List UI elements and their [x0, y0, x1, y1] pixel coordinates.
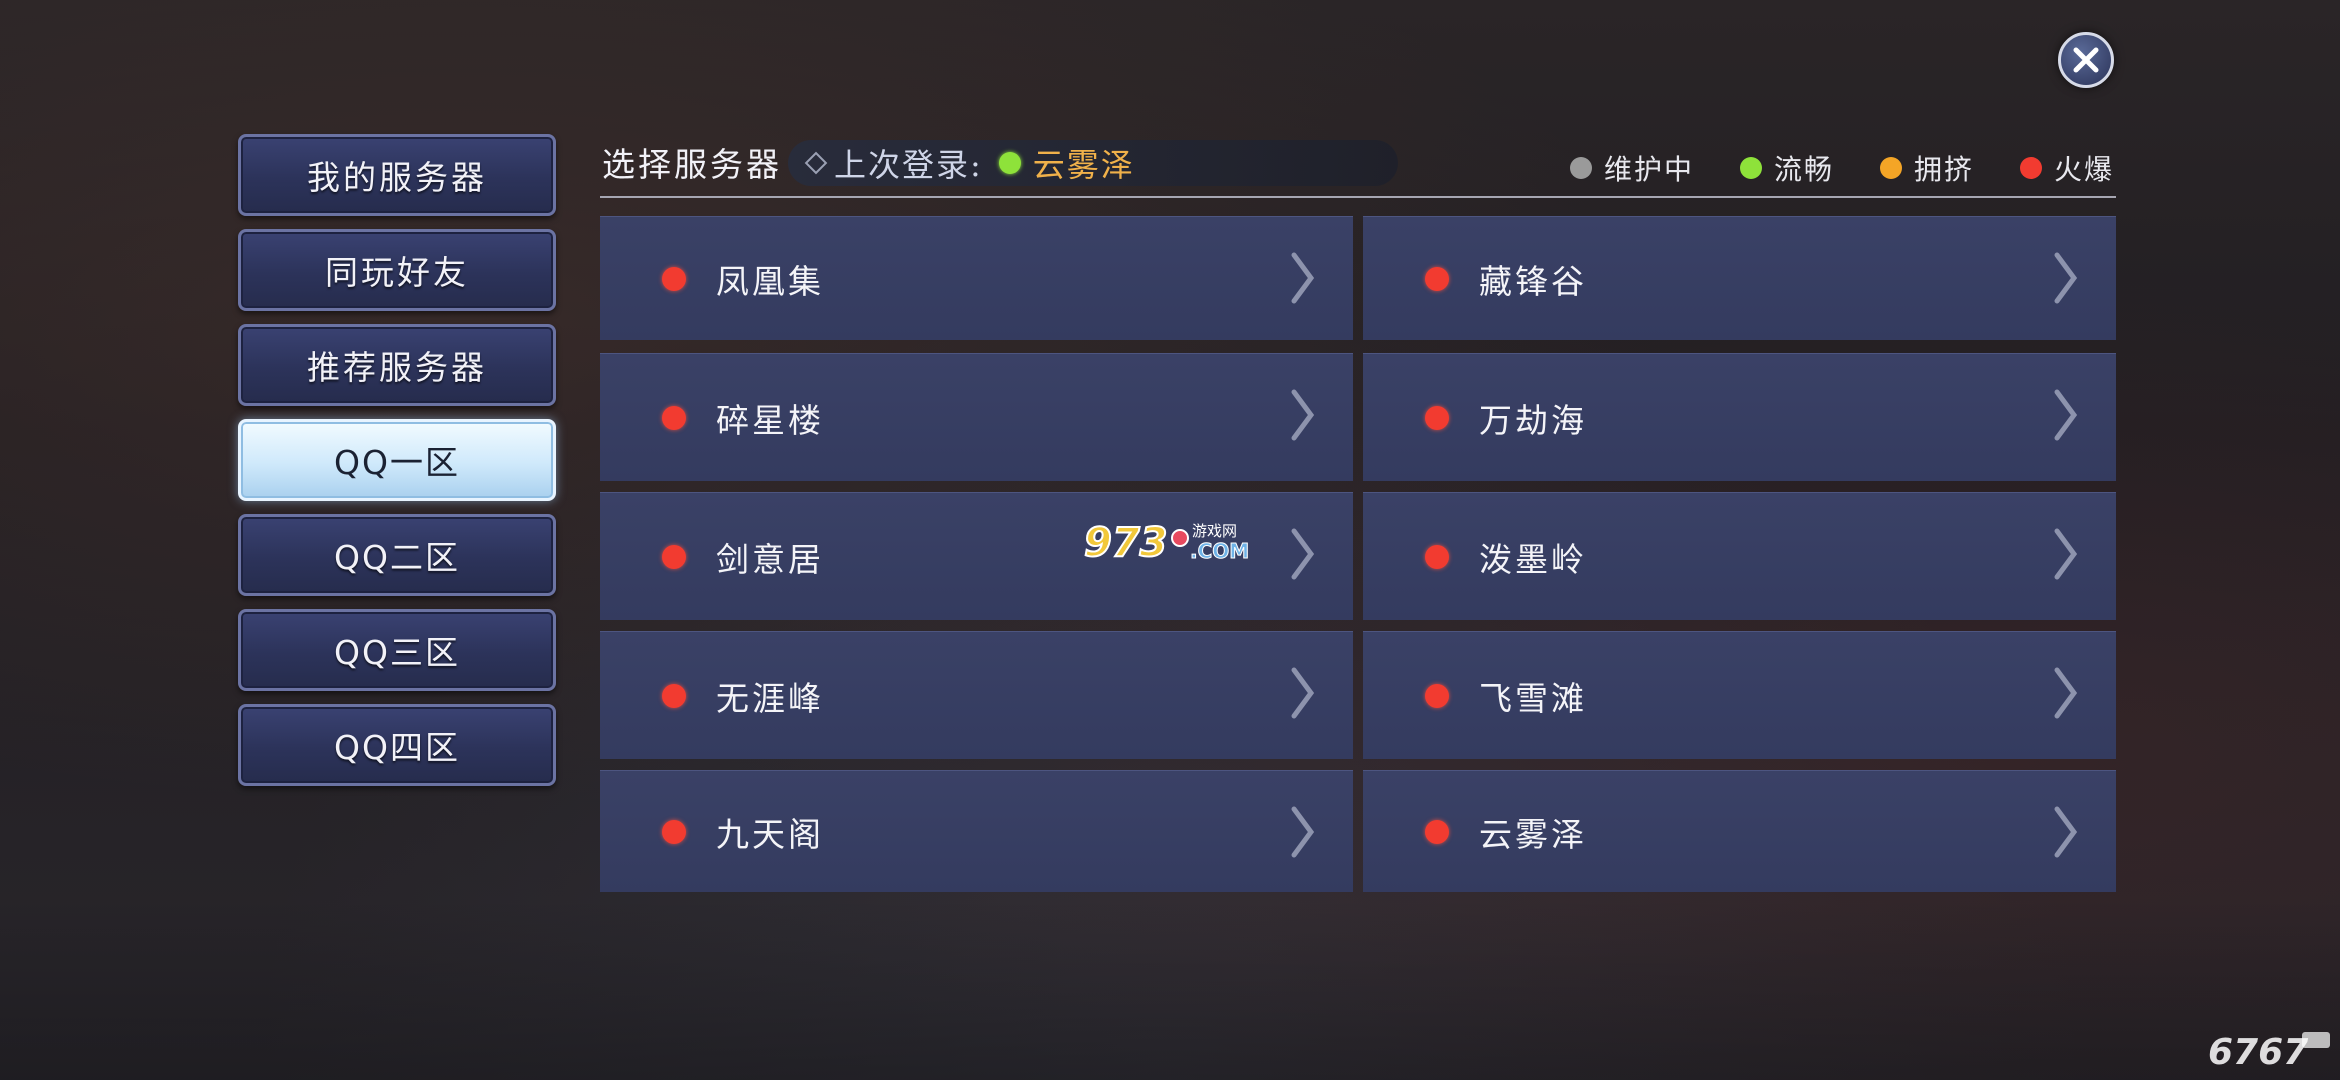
chevron-right-icon: [2054, 252, 2078, 304]
chevron-right-icon: [1291, 528, 1315, 580]
red-dot-icon: [662, 405, 686, 430]
legend-label: 拥挤: [1913, 153, 1974, 186]
status-legend: 维护中 流畅 拥挤 火爆: [1524, 148, 2114, 188]
sidebar-item-qq-zone-4[interactable]: QQ四区: [238, 704, 556, 786]
chevron-right-icon: [2054, 389, 2078, 441]
sidebar-item-recommended[interactable]: 推荐服务器: [238, 324, 556, 406]
chevron-right-icon: [2054, 528, 2078, 580]
legend-item-crowded: 拥挤: [1879, 148, 1974, 188]
red-dot-icon: [1425, 683, 1449, 708]
sidebar-item-label: QQ二区: [334, 538, 460, 577]
red-dot-icon: [2019, 157, 2042, 179]
chevron-right-icon: [1291, 389, 1315, 441]
page-title: 选择服务器: [602, 145, 782, 184]
svg-text:游戏网: 游戏网: [1192, 522, 1237, 540]
close-button[interactable]: [2058, 32, 2114, 88]
chevron-right-icon: [2054, 806, 2078, 858]
status-dot-icon: [998, 152, 1021, 174]
server-card[interactable]: 九天阁: [600, 770, 1353, 892]
server-select-header: 选择服务器 上次登录: 云雾泽 维护中 流畅 拥挤 火爆: [600, 134, 2116, 198]
server-name: 泼墨岭: [1479, 539, 1587, 579]
server-name: 飞雪滩: [1479, 678, 1587, 718]
diamond-icon: [804, 151, 828, 175]
sidebar-item-label: QQ四区: [334, 728, 460, 767]
server-name: 万劫海: [1479, 400, 1587, 440]
server-name: 无涯峰: [716, 678, 824, 718]
server-card[interactable]: 凤凰集: [600, 216, 1353, 340]
legend-item-maintenance: 维护中: [1569, 148, 1694, 188]
svg-text:.COM: .COM: [1190, 539, 1249, 563]
server-card[interactable]: 云雾泽: [1363, 770, 2116, 892]
legend-label: 维护中: [1603, 153, 1694, 186]
sidebar-item-qq-zone-2[interactable]: QQ二区: [238, 514, 556, 596]
server-name: 凤凰集: [716, 261, 824, 301]
watermark-6767-logo: 6767: [2206, 1026, 2334, 1073]
legend-item-hot: 火爆: [2019, 148, 2114, 188]
red-dot-icon: [1425, 405, 1449, 430]
server-card[interactable]: 飞雪滩: [1363, 631, 2116, 759]
last-login-panel[interactable]: 上次登录: 云雾泽: [788, 140, 1398, 186]
server-card[interactable]: 碎星楼: [600, 353, 1353, 481]
chevron-right-icon: [1291, 667, 1315, 719]
server-card[interactable]: 泼墨岭: [1363, 492, 2116, 620]
sidebar-item-my-servers[interactable]: 我的服务器: [238, 134, 556, 216]
sidebar-item-label: QQ三区: [334, 633, 460, 672]
server-name: 剑意居: [716, 539, 824, 579]
red-dot-icon: [662, 683, 686, 708]
sidebar-item-friends[interactable]: 同玩好友: [238, 229, 556, 311]
red-dot-icon: [1425, 544, 1449, 569]
chevron-right-icon: [1291, 252, 1315, 304]
background-shade: [0, 900, 2340, 1080]
close-icon: [2073, 47, 2099, 73]
server-card[interactable]: 无涯峰: [600, 631, 1353, 759]
red-dot-icon: [1425, 819, 1449, 844]
green-dot-icon: [1739, 157, 1762, 179]
server-name: 藏锋谷: [1479, 261, 1587, 301]
server-name: 九天阁: [716, 814, 824, 854]
sidebar-item-qq-zone-1[interactable]: QQ一区: [238, 419, 556, 501]
svg-text:6767: 6767: [2208, 1032, 2308, 1072]
orange-dot-icon: [1879, 157, 1902, 179]
server-name: 云雾泽: [1479, 814, 1587, 854]
red-dot-icon: [662, 819, 686, 844]
server-category-sidebar: 我的服务器 同玩好友 推荐服务器 QQ一区 QQ二区 QQ三区 QQ四区: [238, 134, 560, 799]
chevron-right-icon: [2054, 667, 2078, 719]
red-dot-icon: [1425, 266, 1449, 291]
svg-text:973: 973: [1084, 520, 1168, 566]
watermark-973-logo: 973 游戏网 .COM: [1082, 516, 1252, 567]
sidebar-item-qq-zone-3[interactable]: QQ三区: [238, 609, 556, 691]
red-dot-icon: [662, 266, 686, 291]
chevron-right-icon: [1291, 806, 1315, 858]
legend-item-smooth: 流畅: [1739, 148, 1834, 188]
sidebar-item-label: QQ一区: [334, 443, 460, 482]
sidebar-item-label: 推荐服务器: [307, 348, 487, 387]
sidebar-item-label: 我的服务器: [307, 158, 487, 197]
last-login-label: 上次登录:: [834, 146, 983, 184]
last-login-server: 云雾泽: [1032, 146, 1135, 184]
legend-label: 火爆: [2053, 153, 2114, 186]
sidebar-item-label: 同玩好友: [325, 253, 469, 292]
server-name: 碎星楼: [716, 400, 824, 440]
server-card[interactable]: 万劫海: [1363, 353, 2116, 481]
gray-dot-icon: [1569, 157, 1592, 179]
server-card[interactable]: 藏锋谷: [1363, 216, 2116, 340]
red-dot-icon: [662, 544, 686, 569]
legend-label: 流畅: [1773, 153, 1834, 186]
